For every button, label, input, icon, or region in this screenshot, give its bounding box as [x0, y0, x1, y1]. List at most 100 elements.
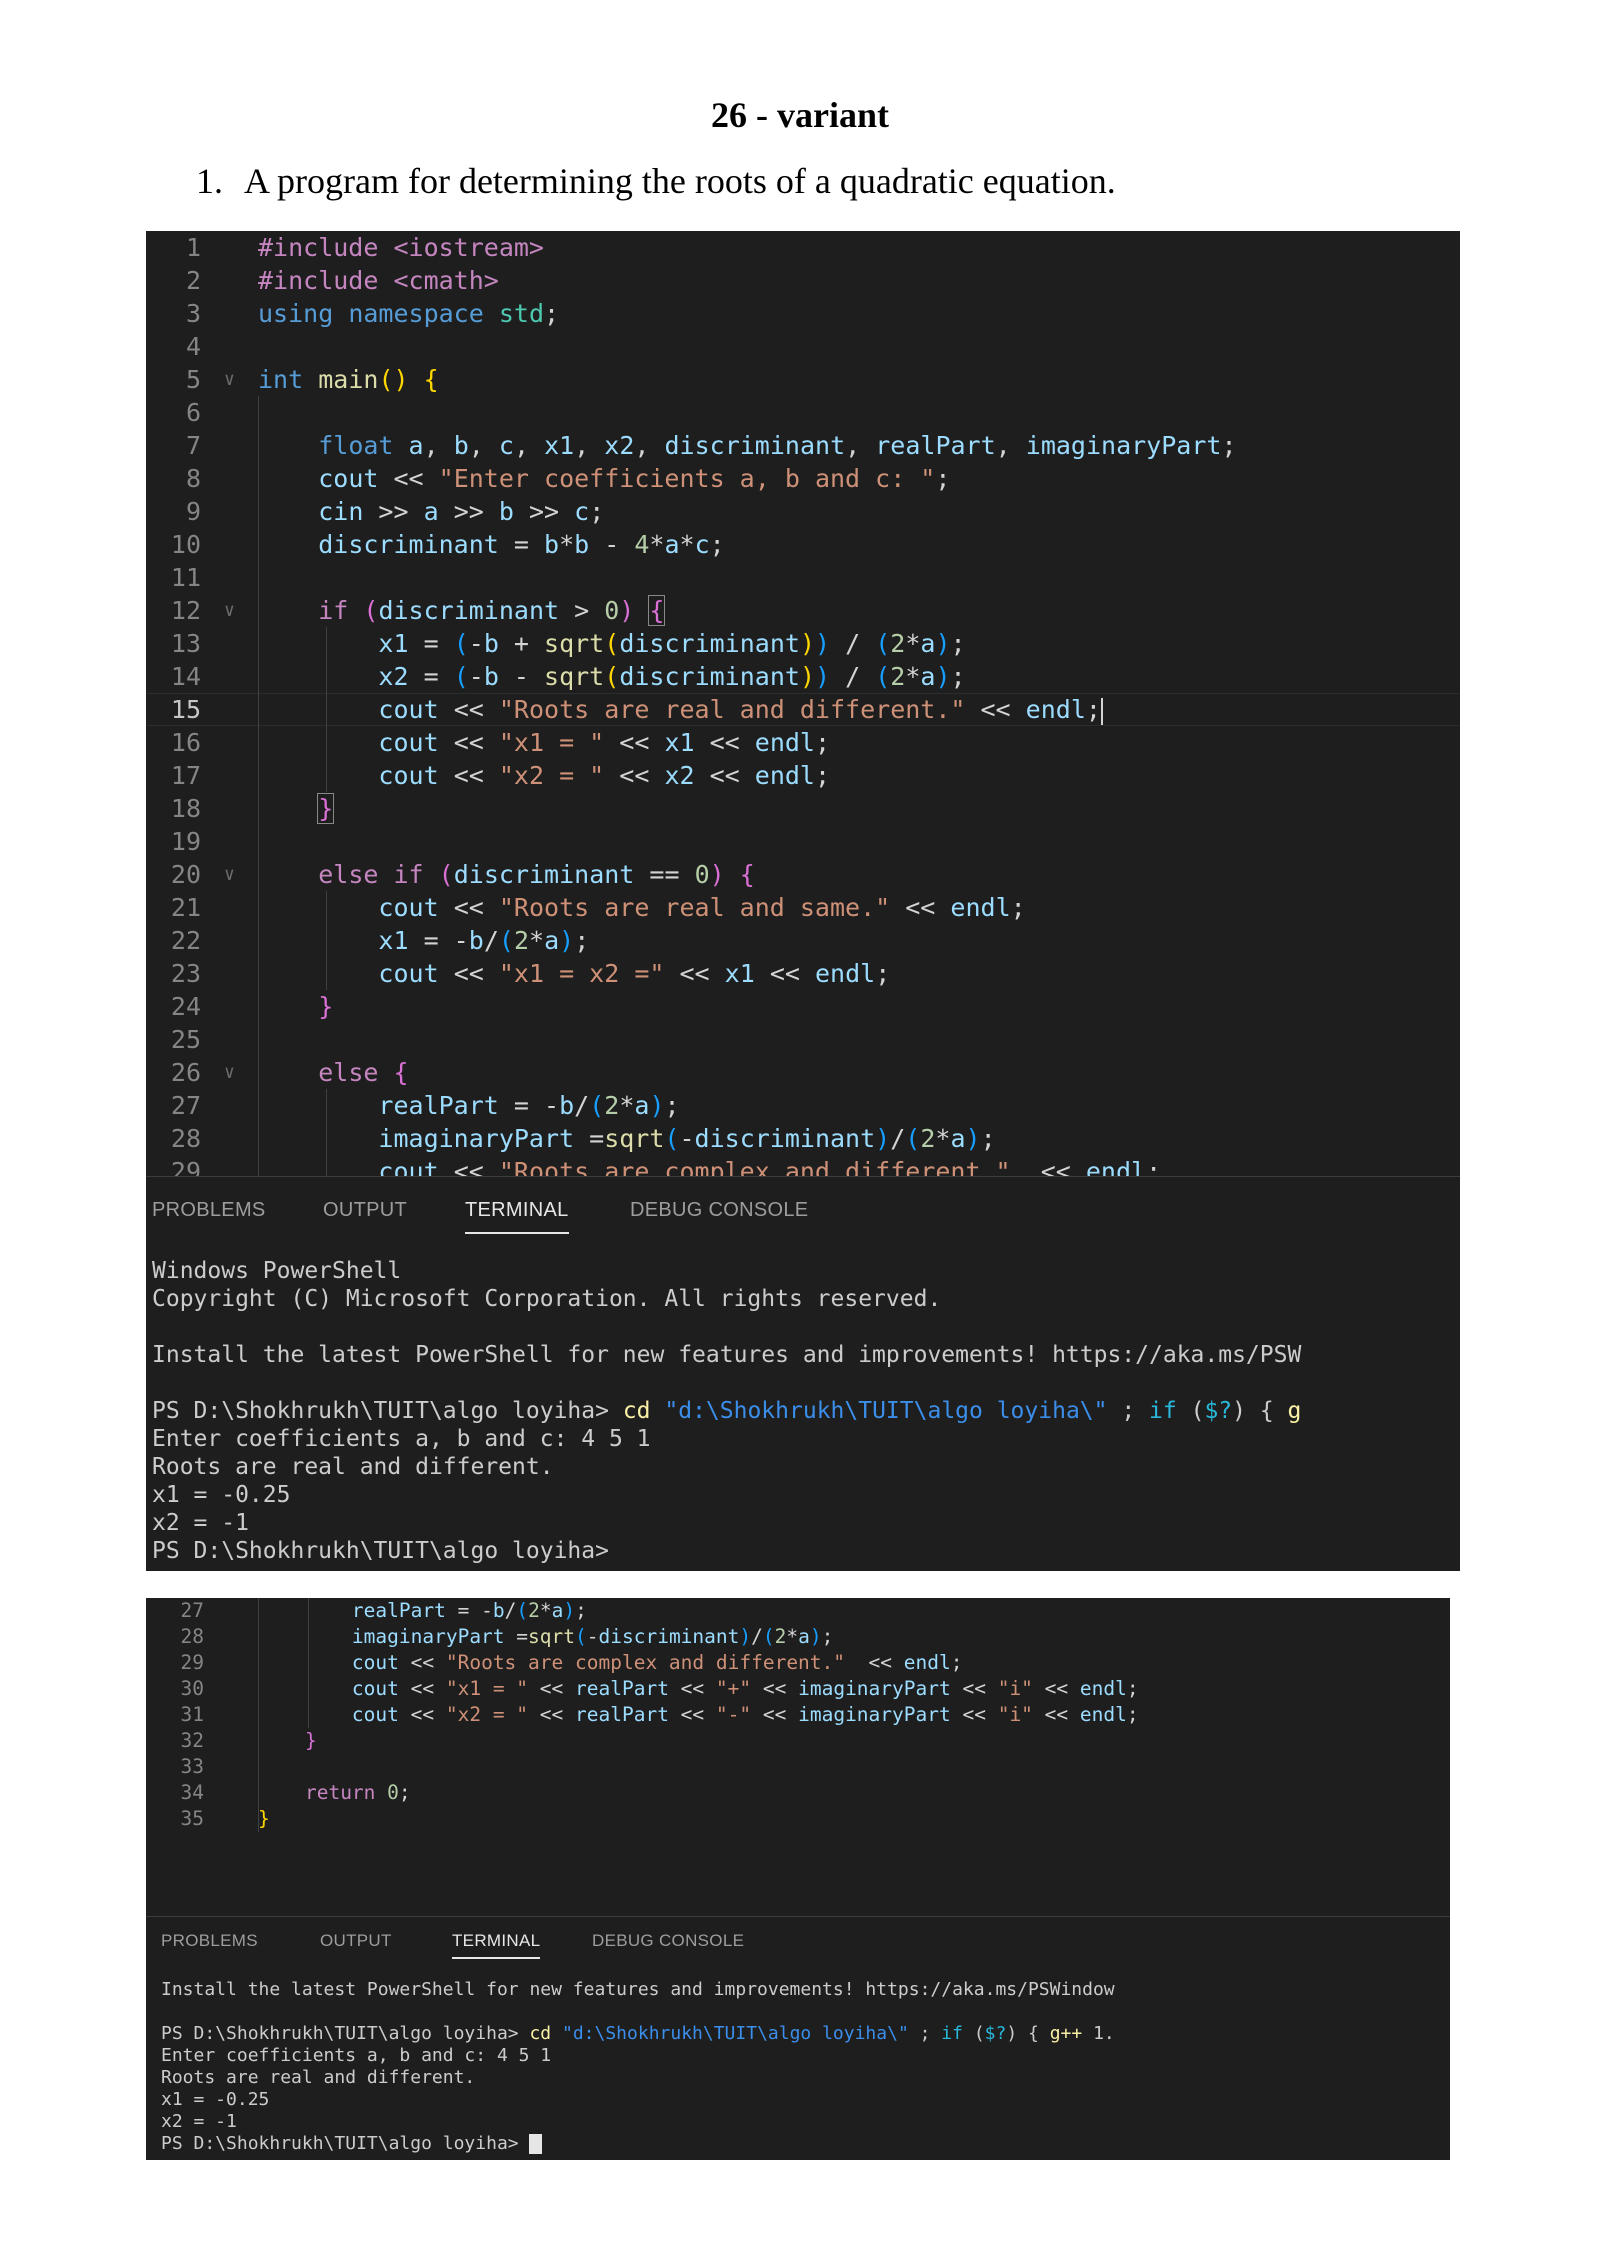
code-token: "x2 = "	[498, 761, 605, 790]
code-token: ,	[634, 431, 665, 460]
code-line[interactable]: 30 cout << "x1 = " << realPart << "+" <<…	[146, 1676, 1450, 1702]
line-number: 18	[170, 794, 201, 823]
code-line[interactable]: 31 cout << "x2 = " << realPart << "-" <<…	[146, 1702, 1450, 1728]
code-line[interactable]: 3 using namespace std;	[146, 297, 1460, 330]
terminal-line: x1 = -0.25	[152, 1481, 1460, 1509]
code-line[interactable]: 4	[146, 330, 1460, 363]
code-line[interactable]: 19	[146, 825, 1460, 858]
code-token: 2	[528, 1599, 540, 1622]
code-line[interactable]: 16 cout << "x1 = " << x1 << endl;	[146, 726, 1460, 759]
code-line[interactable]: 24 }	[146, 990, 1460, 1023]
code-token: "i"	[997, 1703, 1033, 1726]
code-line[interactable]: 34 return 0;	[146, 1780, 1450, 1806]
code-line[interactable]: 1 #include <iostream>	[146, 231, 1460, 264]
tab-output[interactable]: OUTPUT	[323, 1199, 407, 1222]
code-line[interactable]: 10 discriminant = b*b - 4*a*c;	[146, 528, 1460, 561]
code-token: return	[304, 1781, 376, 1804]
tab-terminal[interactable]: TERMINAL	[465, 1199, 569, 1234]
code-line[interactable]: 15 cout << "Roots are real and different…	[146, 693, 1460, 726]
code-line[interactable]: 29 cout << "Roots are complex and differ…	[146, 1650, 1450, 1676]
code-line[interactable]: 33	[146, 1754, 1450, 1780]
tab-problems[interactable]: PROBLEMS	[152, 1199, 266, 1222]
code-line[interactable]: 12 ∨ if (discriminant > 0) {	[146, 594, 1460, 627]
code-line[interactable]: 25	[146, 1023, 1460, 1056]
code-text: else if (discriminant == 0) {	[258, 858, 755, 891]
code-line[interactable]: 2 #include <cmath>	[146, 264, 1460, 297]
indent-guide	[326, 891, 327, 990]
code-token: "x1 = x2 ="	[498, 959, 665, 988]
code-text: #include <cmath>	[258, 264, 499, 297]
code-token: imaginaryPart	[798, 1703, 951, 1726]
code-token: endl	[1079, 1677, 1127, 1700]
code-line[interactable]: 9 cin >> a >> b >> c;	[146, 495, 1460, 528]
code-line[interactable]: 35}	[146, 1806, 1450, 1832]
code-line[interactable]: 20 ∨ else if (discriminant == 0) {	[146, 858, 1460, 891]
code-token: "x1 = "	[498, 728, 605, 757]
code-line[interactable]: 18 }	[146, 792, 1460, 825]
code-line[interactable]: 23 cout << "x1 = x2 =" << x1 << endl;	[146, 957, 1460, 990]
code-token: a	[408, 431, 424, 460]
code-token: = -	[408, 926, 469, 955]
code-token: endl	[950, 893, 1011, 922]
code-line[interactable]: 28 imaginaryPart =sqrt(-discriminant)/(2…	[146, 1122, 1460, 1155]
code-text: cout << "Roots are real and same." << en…	[258, 891, 1026, 924]
line-number: 29	[170, 1157, 201, 1176]
code-line[interactable]: 11	[146, 561, 1460, 594]
code-token: /	[574, 1091, 590, 1120]
code-token: ;	[950, 662, 966, 691]
tab-terminal[interactable]: TERMINAL	[452, 1931, 541, 1959]
code-token: x2	[664, 761, 695, 790]
terminal-token: "d:\Shokhrukh\TUIT\algo loyiha\"	[664, 1398, 1108, 1424]
code-token: <<	[694, 728, 755, 757]
code-token: ;	[1085, 695, 1101, 724]
code-line[interactable]: 26 ∨ else {	[146, 1056, 1460, 1089]
code-text: x2 = (-b - sqrt(discriminant)) / (2*a);	[258, 660, 966, 693]
code-line[interactable]: 28 imaginaryPart =sqrt(-discriminant)/(2…	[146, 1624, 1450, 1650]
tab-output[interactable]: OUTPUT	[320, 1931, 392, 1951]
terminal-token: Install the latest PowerShell for new fe…	[161, 1979, 1115, 2000]
code-token: >>	[363, 497, 424, 526]
code-line[interactable]: 13 x1 = (-b + sqrt(discriminant)) / (2*a…	[146, 627, 1460, 660]
code-line[interactable]: 32 }	[146, 1728, 1450, 1754]
code-token: ;	[1010, 893, 1026, 922]
code-token: /	[751, 1625, 763, 1648]
fold-chevron-icon[interactable]: ∨	[224, 594, 235, 627]
code-line[interactable]: 22 x1 = -b/(2*a);	[146, 924, 1460, 957]
code-line[interactable]: 17 cout << "x2 = " << x2 << endl;	[146, 759, 1460, 792]
code-line[interactable]: 14 x2 = (-b - sqrt(discriminant)) / (2*a…	[146, 660, 1460, 693]
fold-chevron-icon[interactable]: ∨	[224, 1056, 235, 1089]
code-line[interactable]: 29 cout << "Roots are complex and differ…	[146, 1155, 1460, 1176]
code-line[interactable]: 7 float a, b, c, x1, x2, discriminant, r…	[146, 429, 1460, 462]
terminal-line: Enter coefficients a, b and c: 4 5 1	[161, 2045, 1450, 2067]
terminal-line: PS D:\Shokhrukh\TUIT\algo loyiha> cd "d:…	[152, 1397, 1460, 1425]
fold-chevron-icon[interactable]: ∨	[224, 858, 235, 891]
code-token: }	[304, 1729, 317, 1752]
fold-chevron-icon[interactable]: ∨	[224, 363, 235, 396]
code-line[interactable]: 8 cout << "Enter coefficients a, b and c…	[146, 462, 1460, 495]
code-token: endl	[903, 1651, 951, 1674]
code-token: ,	[845, 431, 876, 460]
code-token: -	[468, 662, 484, 691]
code-token: sqrt	[604, 1124, 665, 1153]
terminal-token: Enter coefficients a, b and c: 4 5 1	[152, 1426, 651, 1452]
tab-debug-console[interactable]: DEBUG CONSOLE	[592, 1931, 744, 1951]
code-token: )	[563, 1599, 576, 1622]
code-line[interactable]: 21 cout << "Roots are real and same." <<…	[146, 891, 1460, 924]
code-token: -	[586, 1625, 599, 1648]
line-number: 30	[180, 1677, 204, 1700]
code-token: ;	[1146, 1157, 1162, 1176]
line-number: 34	[180, 1781, 204, 1804]
code-line[interactable]: 27 realPart = -b/(2*a);	[146, 1089, 1460, 1122]
code-token: c	[498, 431, 514, 460]
code-line[interactable]: 6	[146, 396, 1460, 429]
code-token: endl	[1085, 1157, 1147, 1176]
code-token: "x1 = "	[445, 1677, 529, 1700]
tab-debug-console[interactable]: DEBUG CONSOLE	[630, 1199, 808, 1222]
code-line[interactable]: 5 ∨ int main() {	[146, 363, 1460, 396]
tab-problems[interactable]: PROBLEMS	[161, 1931, 258, 1951]
code-token: -	[589, 530, 635, 559]
code-token: <<	[604, 761, 665, 790]
code-line[interactable]: 27 realPart = -b/(2*a);	[146, 1598, 1450, 1624]
